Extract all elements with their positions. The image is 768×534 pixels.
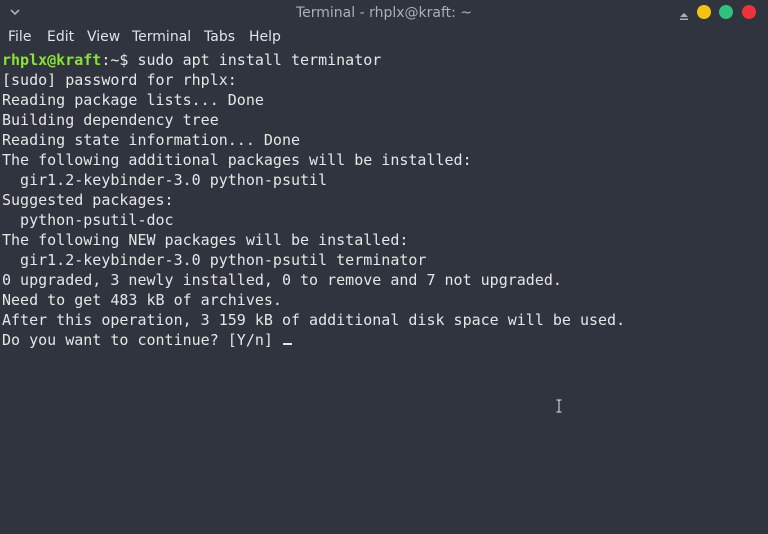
terminal-area[interactable]: rhplx@kraft:~$ sudo apt install terminat… bbox=[0, 50, 768, 534]
terminal-cursor bbox=[282, 343, 292, 345]
prompt-user: rhplx@kraft bbox=[2, 51, 102, 69]
output-line: [sudo] password for rhplx: bbox=[2, 71, 237, 89]
command-text: sudo apt install terminator bbox=[137, 51, 382, 69]
output-line: The following NEW packages will be insta… bbox=[2, 231, 409, 249]
output-line: Need to get 483 kB of archives. bbox=[2, 291, 282, 309]
minimize-button[interactable] bbox=[697, 5, 711, 19]
output-line: python-psutil-doc bbox=[2, 211, 174, 229]
terminal-window: Terminal - rhplx@kraft: ~ File Edit View… bbox=[0, 0, 768, 534]
text-cursor-icon bbox=[556, 398, 562, 413]
prompt-path: :~$ bbox=[101, 51, 138, 69]
menu-bar: File Edit View Terminal Tabs Help bbox=[0, 26, 768, 48]
output-line: 0 upgraded, 3 newly installed, 0 to remo… bbox=[2, 271, 562, 289]
continue-prompt: Do you want to continue? [Y/n] bbox=[2, 331, 282, 349]
command-line: rhplx@kraft:~$ sudo apt install terminat… bbox=[2, 50, 381, 70]
shade-icon[interactable] bbox=[678, 7, 690, 20]
menu-tabs[interactable]: Tabs bbox=[200, 26, 239, 48]
menu-edit[interactable]: Edit bbox=[43, 26, 78, 48]
output-line: gir1.2-keybinder-3.0 python-psutil termi… bbox=[2, 251, 427, 269]
title-bar[interactable]: Terminal - rhplx@kraft: ~ bbox=[0, 0, 768, 26]
menu-help[interactable]: Help bbox=[245, 26, 285, 48]
window-title: Terminal - rhplx@kraft: ~ bbox=[295, 5, 473, 21]
prompt-question-line: Do you want to continue? [Y/n] bbox=[2, 330, 292, 350]
menu-view[interactable]: View bbox=[83, 26, 124, 48]
close-button[interactable] bbox=[742, 5, 756, 19]
maximize-button[interactable] bbox=[719, 5, 733, 19]
output-line: Reading package lists... Done bbox=[2, 91, 264, 109]
menu-terminal[interactable]: Terminal bbox=[128, 26, 195, 48]
menu-file[interactable]: File bbox=[4, 26, 35, 48]
output-line: Suggested packages: bbox=[2, 191, 174, 209]
output-line: Building dependency tree bbox=[2, 111, 219, 129]
output-line: gir1.2-keybinder-3.0 python-psutil bbox=[2, 171, 328, 189]
output-line: After this operation, 3 159 kB of additi… bbox=[2, 311, 626, 329]
output-line: The following additional packages will b… bbox=[2, 151, 472, 169]
output-line: Reading state information... Done bbox=[2, 131, 301, 149]
